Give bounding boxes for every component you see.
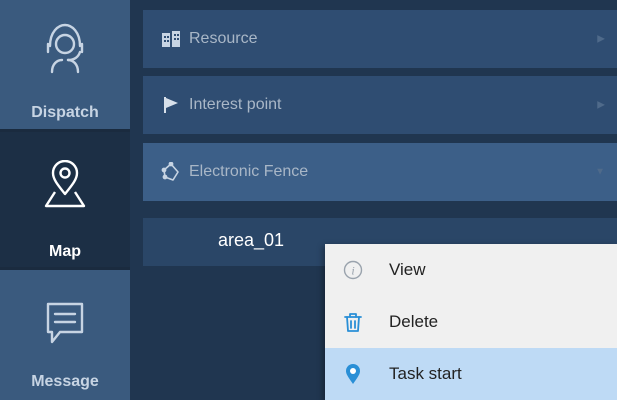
chevron-down-icon: ▼ (595, 166, 605, 178)
flag-icon (161, 95, 181, 115)
tree-row-electronic-fence[interactable]: Electronic Fence ▼ (143, 143, 617, 201)
tree-row-label: Interest point (189, 96, 282, 113)
headset-person-icon (0, 22, 130, 74)
rail-label-dispatch: Dispatch (31, 104, 99, 121)
context-menu: i View Delete Task start (325, 244, 617, 400)
tree-row-label: Electronic Fence (189, 163, 309, 180)
menu-item-view[interactable]: i View (325, 244, 617, 296)
tree-row-resource[interactable]: Resource ▶ (143, 10, 617, 68)
info-icon: i (343, 260, 363, 280)
chat-message-icon (0, 300, 130, 346)
fence-icon (161, 162, 181, 182)
chevron-right-icon: ▶ (597, 33, 605, 45)
chevron-right-icon: ▶ (597, 99, 605, 111)
rail-item-message[interactable]: Message (0, 270, 130, 400)
rail-label-map: Map (49, 243, 81, 260)
menu-item-delete[interactable]: Delete (325, 296, 617, 348)
rail-item-map[interactable]: Map (0, 132, 130, 270)
building-icon (161, 29, 181, 49)
delete-icon (343, 312, 363, 332)
rail-label-message: Message (31, 373, 99, 390)
tree-row-interest-point[interactable]: Interest point ▶ (143, 76, 617, 134)
tree-row-label: Resource (189, 30, 258, 47)
location-pin-icon (343, 364, 363, 384)
menu-item-label: Delete (389, 312, 439, 331)
menu-item-task-start[interactable]: Task start (325, 348, 617, 400)
map-pin-icon (0, 160, 130, 208)
left-nav-rail: Dispatch Map Message (0, 0, 130, 400)
rail-item-dispatch[interactable]: Dispatch (0, 0, 130, 132)
fence-item-label: area_01 (218, 230, 285, 250)
menu-item-label: View (389, 260, 426, 279)
menu-item-label: Task start (389, 364, 462, 383)
svg-text:i: i (351, 264, 354, 278)
